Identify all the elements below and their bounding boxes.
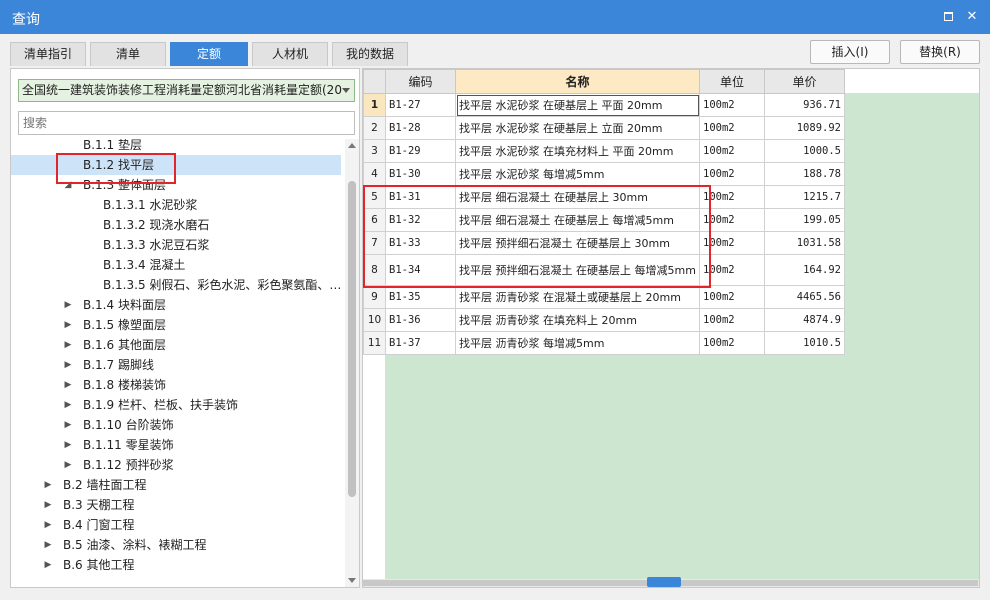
tree-item[interactable]: ▶ B.1.7 踢脚线	[11, 355, 341, 375]
insert-button[interactable]: 插入(I)	[810, 40, 890, 64]
tree-item[interactable]: ▶ B.1.9 栏杆、栏板、扶手装饰	[11, 395, 341, 415]
tree-item[interactable]: ▶ B.1.11 零星装饰	[11, 435, 341, 455]
collapsed-arrow-icon[interactable]: ▶	[63, 415, 73, 435]
tab-my-data[interactable]: 我的数据	[332, 42, 408, 66]
column-header-code[interactable]: 编码	[385, 69, 456, 94]
tree-scrollbar[interactable]	[345, 139, 359, 587]
left-panel: 全国统一建筑装饰装修工程消耗量定额河北省消耗量定额(20 B.1.1 垫层 B.…	[10, 68, 360, 588]
tree-item[interactable]: ▶ B.6 其他工程	[11, 555, 341, 575]
tree-item[interactable]: ▶ B.1.8 楼梯装饰	[11, 375, 341, 395]
tree-item[interactable]: B.1.3.3 水泥豆石浆	[11, 235, 341, 255]
quota-library-value: 全国统一建筑装饰装修工程消耗量定额河北省消耗量定额(20	[22, 83, 342, 97]
collapsed-arrow-icon[interactable]: ▶	[63, 375, 73, 395]
highlight-box-rows	[363, 185, 711, 288]
collapsed-arrow-icon[interactable]: ▶	[43, 475, 53, 495]
tree-item[interactable]: B.1.3.2 现浇水磨石	[11, 215, 341, 235]
collapsed-arrow-icon[interactable]: ▶	[63, 395, 73, 415]
tab-list[interactable]: 清单	[90, 42, 166, 66]
corner-cell	[363, 69, 386, 94]
maximize-icon[interactable]	[938, 7, 958, 27]
tree-item[interactable]: ▶ B.5 油漆、涂料、裱糊工程	[11, 535, 341, 555]
collapsed-arrow-icon[interactable]: ▶	[63, 435, 73, 455]
collapsed-arrow-icon[interactable]: ▶	[43, 515, 53, 535]
table-row[interactable]: 3 B1-29 找平层 水泥砂浆 在填充材料上 平面 20mm 100m2 10…	[363, 139, 845, 163]
tree-item[interactable]: ▶ B.1.10 台阶装饰	[11, 415, 341, 435]
tab-materials[interactable]: 人材机	[252, 42, 328, 66]
tree-item[interactable]: ▶ B.4 门窗工程	[11, 515, 341, 535]
tree-item[interactable]: ▶ B.1.5 橡塑面层	[11, 315, 341, 335]
table-row[interactable]: 4 B1-30 找平层 水泥砂浆 每增减5mm 100m2 188.78	[363, 162, 845, 186]
column-header-name[interactable]: 名称	[455, 69, 700, 94]
collapsed-arrow-icon[interactable]: ▶	[63, 355, 73, 375]
grid-horizontal-scrollbar[interactable]	[363, 577, 979, 587]
column-header-price[interactable]: 单价	[764, 69, 845, 94]
tree-item[interactable]: ▶ B.1.6 其他面层	[11, 335, 341, 355]
tree-item[interactable]: ▶ B.3 天棚工程	[11, 495, 341, 515]
splitter-handle-icon[interactable]	[647, 577, 681, 587]
collapsed-arrow-icon[interactable]: ▶	[43, 535, 53, 555]
scroll-up-icon[interactable]	[348, 143, 356, 148]
quota-tree: B.1.1 垫层 B.1.2 找平层 ◢ B.1.3 整体面层 B.1.3.1 …	[11, 139, 341, 587]
tab-list-guide[interactable]: 清单指引	[10, 42, 86, 66]
tree-item[interactable]: B.1.3.5 剁假石、彩色水泥、彩色聚氨酯、…	[11, 275, 341, 295]
title-bar: 查询 ✕	[0, 0, 990, 34]
table-row[interactable]: 9 B1-35 找平层 沥青砂浆 在混凝土或硬基层上 20mm 100m2 44…	[363, 285, 845, 309]
collapsed-arrow-icon[interactable]: ▶	[43, 495, 53, 515]
window-title: 查询	[12, 12, 40, 28]
scrollbar-thumb[interactable]	[348, 181, 356, 497]
search-input[interactable]	[18, 111, 355, 135]
close-icon[interactable]: ✕	[962, 7, 982, 27]
chevron-down-icon[interactable]	[342, 88, 350, 93]
table-row[interactable]: 11 B1-37 找平层 沥青砂浆 每增减5mm 100m2 1010.5	[363, 331, 845, 355]
collapsed-arrow-icon[interactable]: ▶	[63, 335, 73, 355]
table-row[interactable]: 1 B1-27 找平层 水泥砂浆 在硬基层上 平面 20mm 100m2 936…	[363, 93, 845, 117]
table-header: 编码 名称 单位 单价	[363, 69, 845, 94]
tree-item[interactable]: ▶ B.1.4 块料面层	[11, 295, 341, 315]
tree-item[interactable]: ▶ B.2 墙柱面工程	[11, 475, 341, 495]
tree-item[interactable]: B.1.3.1 水泥砂浆	[11, 195, 341, 215]
quota-grid-panel: 编码 名称 单位 单价 1 B1-27 找平层 水泥砂浆 在硬基层上 平面 20…	[362, 68, 980, 588]
collapsed-arrow-icon[interactable]: ▶	[63, 455, 73, 475]
replace-button[interactable]: 替换(R)	[900, 40, 980, 64]
tree-item[interactable]: B.1.3.4 混凝土	[11, 255, 341, 275]
tab-quota[interactable]: 定额	[170, 42, 248, 66]
quota-library-select[interactable]: 全国统一建筑装饰装修工程消耗量定额河北省消耗量定额(20	[18, 79, 355, 102]
tree-item[interactable]: ▶ B.1.12 预拌砂浆	[11, 455, 341, 475]
collapsed-arrow-icon[interactable]: ▶	[63, 295, 73, 315]
column-header-unit[interactable]: 单位	[699, 69, 765, 94]
collapsed-arrow-icon[interactable]: ▶	[63, 315, 73, 335]
collapsed-arrow-icon[interactable]: ▶	[43, 555, 53, 575]
scroll-down-icon[interactable]	[348, 578, 356, 583]
table-row[interactable]: 2 B1-28 找平层 水泥砂浆 在硬基层上 立面 20mm 100m2 108…	[363, 116, 845, 140]
highlight-box-tree	[56, 153, 176, 184]
table-row[interactable]: 10 B1-36 找平层 沥青砂浆 在填充料上 20mm 100m2 4874.…	[363, 308, 845, 332]
